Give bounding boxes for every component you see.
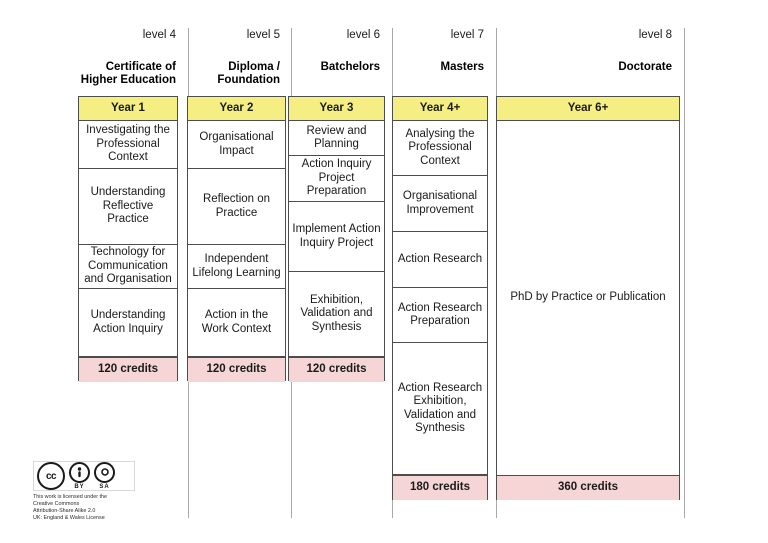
year-band: Year 2 bbox=[188, 97, 285, 121]
cc-sa-label: SA bbox=[99, 483, 110, 490]
level-label: level 7 bbox=[450, 29, 484, 41]
award-label: Doctorate bbox=[492, 61, 672, 74]
module-box[interactable]: Analysing the Professional Context bbox=[393, 121, 487, 176]
award-line: Higher Education bbox=[80, 74, 176, 86]
module-stack: Year 3 Review and Planning Action Inquir… bbox=[288, 96, 385, 382]
module-box[interactable]: Action in the Work Context bbox=[188, 289, 285, 357]
pathway-column-level-6: level 6 Batchelors Year 3 Review and Pla… bbox=[284, 28, 388, 382]
pathway-column-level-4: level 4 Certificate of Higher Education … bbox=[78, 28, 184, 382]
module-stack: Year 6+ PhD by Practice or Publication 3… bbox=[496, 96, 680, 500]
award-line: Certificate of bbox=[105, 61, 176, 73]
level-label: level 4 bbox=[142, 29, 176, 41]
column-header: level 7 Masters bbox=[388, 28, 492, 74]
level-label: level 8 bbox=[638, 29, 672, 41]
column-header: level 8 Doctorate bbox=[492, 28, 680, 74]
module-box[interactable]: Understanding Action Inquiry bbox=[79, 289, 177, 357]
license-text-line: This work is licensed under the bbox=[33, 494, 108, 500]
year-band: Year 6+ bbox=[497, 97, 679, 121]
license-text-line: Attribution-Share Alike 2.0 bbox=[33, 508, 96, 514]
module-box[interactable]: Action Research bbox=[393, 232, 487, 288]
award-line: Doctorate bbox=[618, 61, 672, 73]
column-header: level 4 Certificate of Higher Education bbox=[78, 28, 184, 87]
license-text-line: Creative Commons bbox=[33, 501, 80, 507]
module-box[interactable]: Implement Action Inquiry Project bbox=[289, 202, 384, 272]
module-box[interactable]: PhD by Practice or Publication bbox=[497, 121, 679, 475]
column-header: level 6 Batchelors bbox=[284, 28, 388, 74]
module-box[interactable]: Understanding Reflective Practice bbox=[79, 169, 177, 245]
module-box[interactable]: Exhibition, Validation and Synthesis bbox=[289, 272, 384, 357]
module-box[interactable]: Technology for Communication and Organis… bbox=[79, 245, 177, 289]
cc-by-label: BY bbox=[74, 483, 85, 490]
license-text: This work is licensed under the Creative… bbox=[33, 494, 137, 522]
credits-band: 120 credits bbox=[188, 357, 285, 382]
award-line: Masters bbox=[440, 61, 484, 73]
credits-band: 180 credits bbox=[393, 475, 487, 500]
module-box[interactable]: Reflection on Practice bbox=[188, 169, 285, 245]
year-band: Year 3 bbox=[289, 97, 384, 121]
credits-band: 120 credits bbox=[79, 357, 177, 382]
module-box[interactable]: Independent Lifelong Learning bbox=[188, 245, 285, 289]
module-box[interactable]: Action Research Preparation bbox=[393, 288, 487, 343]
cc-by-group: BY bbox=[69, 461, 90, 491]
award-line: Batchelors bbox=[320, 61, 380, 73]
credits-band: 120 credits bbox=[289, 357, 384, 382]
module-box[interactable]: Review and Planning bbox=[289, 121, 384, 156]
level-label: level 6 bbox=[346, 29, 380, 41]
module-box[interactable]: Action Research Exhibition, Validation a… bbox=[393, 343, 487, 475]
column-divider-5 bbox=[684, 28, 685, 518]
module-box[interactable]: Action Inquiry Project Preparation bbox=[289, 156, 384, 202]
award-label: Certificate of Higher Education bbox=[78, 61, 176, 87]
award-label: Batchelors bbox=[284, 61, 380, 74]
cc-share-alike-icon bbox=[94, 461, 115, 483]
creative-commons-license: cc BY SA This work is licensed under the… bbox=[33, 461, 137, 522]
award-label: Diploma / Foundation bbox=[182, 61, 280, 87]
cc-logo-icon: cc bbox=[37, 462, 65, 490]
award-line: Foundation bbox=[217, 74, 280, 86]
level-label: level 5 bbox=[246, 29, 280, 41]
cc-by-person-icon bbox=[69, 461, 90, 483]
module-box[interactable]: Organisational Impact bbox=[188, 121, 285, 169]
cc-sa-group: SA bbox=[94, 461, 115, 491]
module-box[interactable]: Investigating the Professional Context bbox=[79, 121, 177, 169]
year-band: Year 1 bbox=[79, 97, 177, 121]
column-header: level 5 Diploma / Foundation bbox=[182, 28, 288, 87]
award-label: Masters bbox=[388, 61, 484, 74]
module-stack: Year 2 Organisational Impact Reflection … bbox=[187, 96, 286, 382]
award-line: Diploma / bbox=[228, 61, 280, 73]
pathway-column-level-8: level 8 Doctorate Year 6+ PhD by Practic… bbox=[492, 28, 680, 500]
year-band: Year 4+ bbox=[393, 97, 487, 121]
cc-badge[interactable]: cc BY SA bbox=[33, 461, 135, 491]
module-stack: Year 1 Investigating the Professional Co… bbox=[78, 96, 178, 382]
pathway-column-level-7: level 7 Masters Year 4+ Analysing the Pr… bbox=[388, 28, 492, 500]
license-text-line: UK: England & Wales License bbox=[33, 515, 105, 521]
pathway-column-level-5: level 5 Diploma / Foundation Year 2 Orga… bbox=[182, 28, 288, 382]
module-stack: Year 4+ Analysing the Professional Conte… bbox=[392, 96, 488, 500]
module-box[interactable]: Organisational Improvement bbox=[393, 176, 487, 232]
credits-band: 360 credits bbox=[497, 475, 679, 500]
